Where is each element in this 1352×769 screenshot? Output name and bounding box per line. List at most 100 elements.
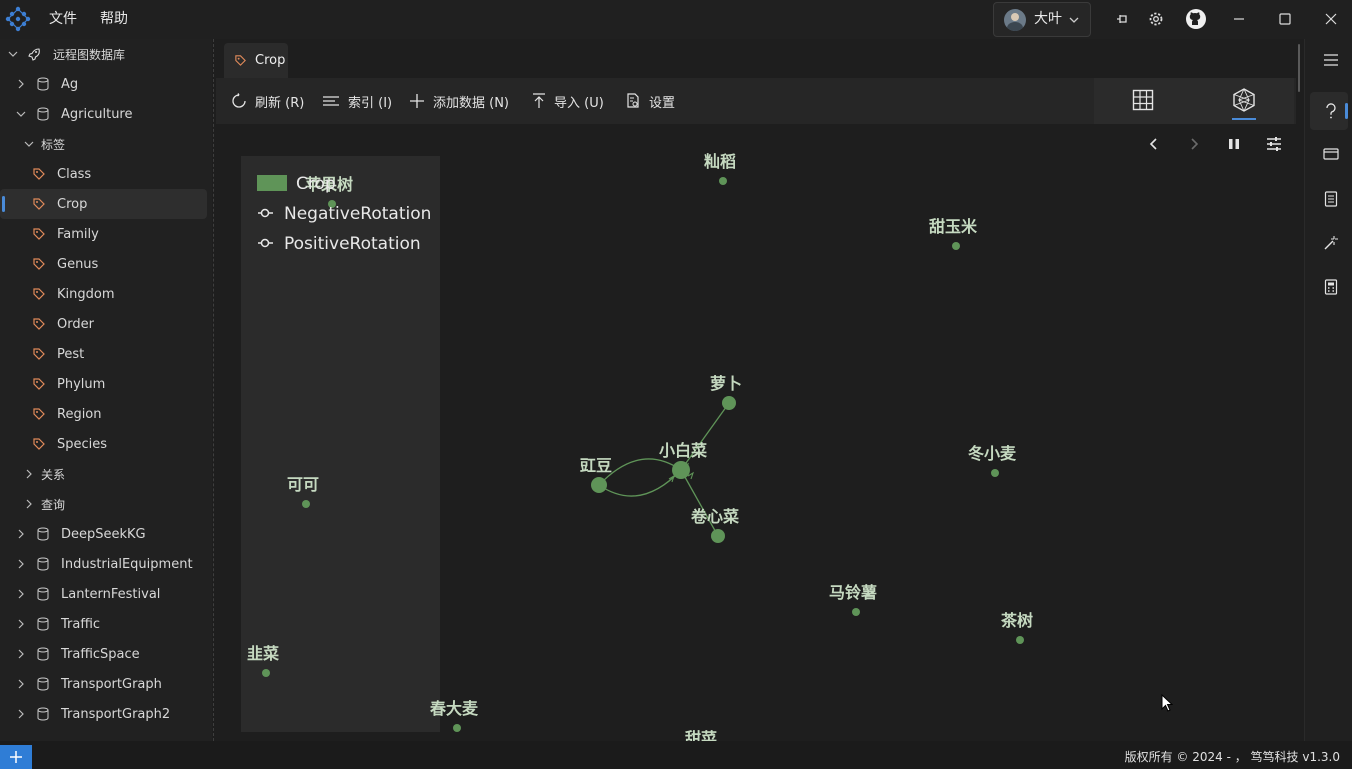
- help-icon[interactable]: [1318, 98, 1344, 124]
- tree-tag-region[interactable]: Region: [0, 399, 207, 429]
- tree-db-label: Traffic: [61, 616, 101, 632]
- rail-active-indicator: [1345, 103, 1348, 119]
- graph-node[interactable]: [453, 724, 461, 732]
- settings-button[interactable]: 设置: [625, 78, 675, 124]
- minimize-icon[interactable]: [1228, 8, 1250, 30]
- chevron-right-icon[interactable]: [16, 619, 26, 629]
- magic-wand-icon[interactable]: [1318, 230, 1344, 256]
- add-data-button[interactable]: 添加数据 (N): [409, 78, 509, 124]
- refresh-button[interactable]: 刷新 (R): [231, 78, 304, 124]
- database-icon: [36, 557, 50, 571]
- chevron-right-icon[interactable]: [16, 679, 26, 689]
- tree-tag-order[interactable]: Order: [0, 309, 207, 339]
- tree-tag-kingdom[interactable]: Kingdom: [0, 279, 207, 309]
- tree-tag-crop[interactable]: Crop: [0, 189, 207, 219]
- graph-node[interactable]: [852, 608, 860, 616]
- graph-node[interactable]: [262, 669, 270, 677]
- document-settings-icon: [627, 93, 639, 108]
- chevron-right-icon[interactable]: [16, 589, 26, 599]
- tree-db-transportgraph[interactable]: TransportGraph: [0, 669, 207, 699]
- graph-node[interactable]: [302, 500, 310, 508]
- tree-tag-pest[interactable]: Pest: [0, 339, 207, 369]
- menu-file[interactable]: 文件: [49, 0, 77, 39]
- graph-node-label: 茶树: [1000, 611, 1033, 630]
- tree-root-remote-db[interactable]: 远程图数据库: [0, 39, 207, 69]
- graph-node[interactable]: [722, 396, 736, 410]
- tree-db-agriculture[interactable]: Agriculture: [0, 99, 207, 129]
- chevron-right-icon[interactable]: [16, 649, 26, 659]
- settings-gear-icon[interactable]: [1145, 8, 1167, 30]
- graph-edge[interactable]: [680, 469, 719, 537]
- graph-svg[interactable]: 苹果树籼稻甜玉米萝卜小白菜豇豆卷心菜冬小麦可可马铃薯茶树韭菜春大麦甜菜CropN…: [216, 124, 1296, 741]
- pin-icon[interactable]: [1111, 8, 1133, 30]
- github-icon[interactable]: [1185, 8, 1207, 30]
- user-menu[interactable]: 大叶: [993, 2, 1091, 37]
- tab-crop[interactable]: Crop: [224, 43, 288, 78]
- chevron-right-icon[interactable]: [16, 559, 26, 569]
- scrollbar[interactable]: [1298, 44, 1300, 92]
- tree-group-label: 关系: [41, 467, 66, 482]
- import-button[interactable]: 导入 (U): [532, 78, 604, 124]
- sliders-icon[interactable]: [1266, 136, 1282, 156]
- tree-group-label: 查询: [41, 497, 66, 512]
- graph-node[interactable]: [591, 477, 607, 493]
- previous-icon[interactable]: [1147, 137, 1161, 155]
- plus-icon: [10, 751, 22, 763]
- tree-tag-phylum[interactable]: Phylum: [0, 369, 207, 399]
- tree-tag-label: Kingdom: [57, 286, 115, 302]
- chevron-down-icon[interactable]: [24, 139, 34, 149]
- tree-tag-class[interactable]: Class: [0, 159, 207, 189]
- chevron-down-icon[interactable]: [8, 49, 18, 59]
- tree-db-transportgraph2[interactable]: TransportGraph2: [0, 699, 207, 729]
- tree-db-traffic[interactable]: Traffic: [0, 609, 207, 639]
- tree-group-relations[interactable]: 关系: [0, 459, 207, 489]
- calculator-icon[interactable]: [1318, 274, 1344, 300]
- graph-node[interactable]: [952, 242, 960, 250]
- document-list-icon[interactable]: [1318, 186, 1344, 212]
- chevron-right-icon[interactable]: [16, 79, 26, 89]
- chevron-right-icon[interactable]: [16, 709, 26, 719]
- view-switcher: [1094, 78, 1294, 124]
- tree-tag-label: Region: [57, 406, 102, 422]
- index-list-icon: [323, 96, 339, 106]
- chevron-right-icon[interactable]: [24, 499, 34, 509]
- menu-help[interactable]: 帮助: [100, 0, 128, 39]
- close-icon[interactable]: [1320, 8, 1342, 30]
- tree-db-lanternfestival[interactable]: LanternFestival: [0, 579, 207, 609]
- tree-db-ag[interactable]: Ag: [0, 69, 207, 99]
- chevron-right-icon[interactable]: [24, 469, 34, 479]
- graph-node-label: 籼稻: [704, 152, 736, 171]
- index-button[interactable]: 索引 (I): [322, 78, 392, 124]
- chevron-right-icon[interactable]: [16, 529, 26, 539]
- tree-db-label: LanternFestival: [61, 586, 161, 602]
- table-view-icon[interactable]: [1132, 89, 1154, 115]
- import-label: 导入 (U): [554, 95, 604, 111]
- card-icon[interactable]: [1318, 141, 1344, 167]
- tree-db-label: Agriculture: [61, 106, 133, 122]
- menu-icon[interactable]: [1318, 47, 1344, 73]
- tree-tag-genus[interactable]: Genus: [0, 249, 207, 279]
- pause-icon[interactable]: [1227, 137, 1241, 155]
- graph-view-icon[interactable]: [1232, 88, 1256, 116]
- tree-tag-species[interactable]: Species: [0, 429, 207, 459]
- tree-group-query[interactable]: 查询: [0, 489, 207, 519]
- tree-db-trafficspace[interactable]: TrafficSpace: [0, 639, 207, 669]
- tree-db-deepseekkg[interactable]: DeepSeekKG: [0, 519, 207, 549]
- graph-node[interactable]: [1016, 636, 1024, 644]
- next-icon[interactable]: [1187, 137, 1201, 155]
- tree-tag-label: Phylum: [57, 376, 106, 392]
- legend-label: NegativeRotation: [284, 204, 431, 224]
- chevron-down-icon[interactable]: [16, 109, 26, 119]
- maximize-icon[interactable]: [1274, 8, 1296, 30]
- tree-tag-family[interactable]: Family: [0, 219, 207, 249]
- add-connection-button[interactable]: [0, 745, 32, 769]
- graph-node[interactable]: [719, 177, 727, 185]
- legend-node-swatch: [257, 175, 287, 191]
- avatar: [1004, 9, 1026, 31]
- legend-label: Crop: [296, 174, 336, 194]
- tree-group-tags[interactable]: 标签: [0, 129, 207, 159]
- graph-node[interactable]: [991, 469, 999, 477]
- graph-node[interactable]: [711, 529, 725, 543]
- graph-node[interactable]: [672, 461, 690, 479]
- tree-db-industrialequipment[interactable]: IndustrialEquipment: [0, 549, 207, 579]
